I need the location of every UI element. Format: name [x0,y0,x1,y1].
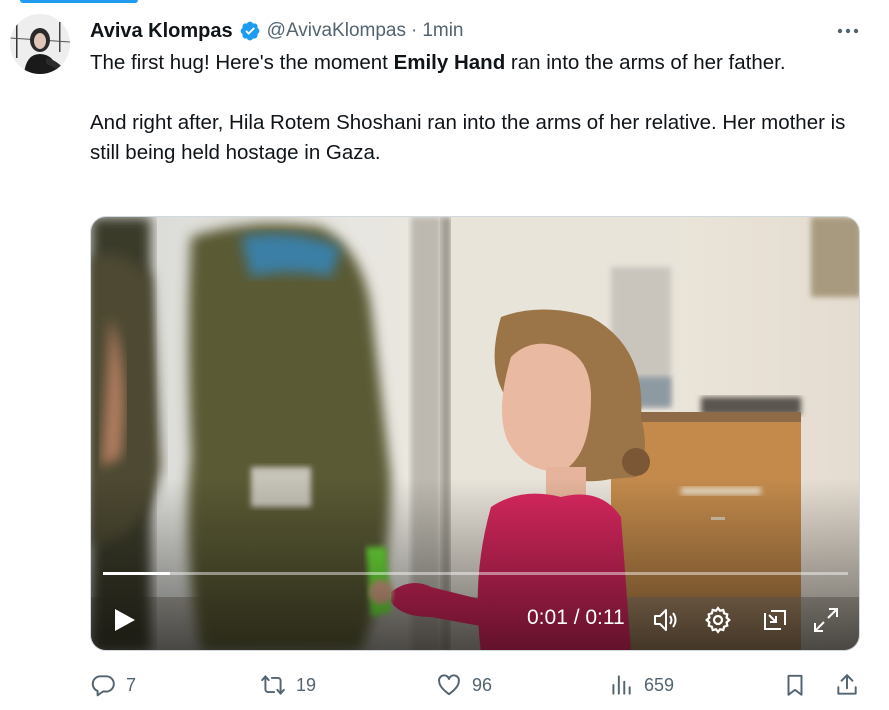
tweet-bold-name: Emily Hand [393,51,506,74]
tweet-paragraph-2: And right after, Hila Rotem Shoshani ran… [90,111,846,164]
repost-button[interactable]: 19 [260,668,316,702]
video-progress-fill [103,572,171,575]
more-icon[interactable] [835,18,861,44]
tweet-actions: 7 19 96 659 [90,668,860,702]
volume-icon[interactable] [651,605,681,635]
tweet-header: Aviva Klompas @AvivaKlompas · 1min [90,16,464,46]
top-accent-bar [20,0,138,3]
tweet-text-prefix: The first hug! Here's the moment [90,51,394,74]
video-time: 0:01 / 0:11 [527,606,625,629]
author-name[interactable]: Aviva Klompas [90,20,233,43]
share-icon [837,674,857,695]
reply-button[interactable]: 7 [90,668,136,702]
share-button[interactable] [834,668,860,702]
bookmark-button[interactable] [782,668,808,702]
video-player[interactable]: 0:01 / 0:11 [90,216,860,651]
avatar[interactable] [10,14,70,74]
settings-icon[interactable] [703,605,733,635]
repost-icon [261,675,285,695]
minimize-icon[interactable] [759,605,789,635]
timestamp[interactable]: 1min [422,20,463,42]
reply-count: 7 [126,674,137,695]
verified-badge-icon[interactable] [239,20,261,42]
views-count: 659 [644,674,675,695]
fullscreen-icon[interactable] [811,605,841,635]
tweet-text: The first hug! Here's the moment Emily H… [90,48,850,168]
author-handle[interactable]: @AvivaKlompas [267,20,406,42]
video-progress-bar[interactable] [103,572,848,575]
video-frame [91,217,859,650]
tweet-paragraph-1: The first hug! Here's the moment Emily H… [90,48,850,78]
avatar-image [10,14,70,74]
repost-count: 19 [296,674,317,695]
play-icon[interactable] [109,605,139,635]
separator-dot: · [410,20,418,41]
views-button[interactable]: 659 [608,668,674,702]
bookmark-icon [787,674,803,696]
like-count: 96 [472,674,493,695]
tweet-text-suffix: ran into the arms of her father. [505,51,786,74]
like-button[interactable]: 96 [436,668,492,702]
like-icon [438,674,460,696]
views-icon [612,675,631,695]
reply-icon [91,675,115,697]
